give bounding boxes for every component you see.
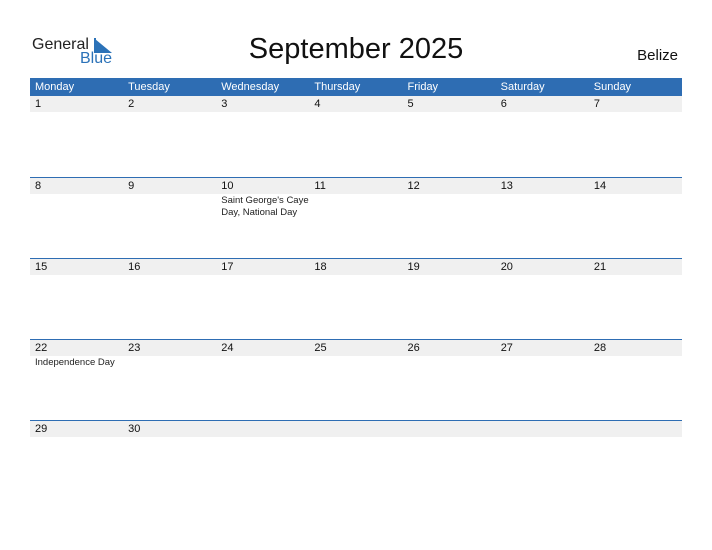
week-row: 8 9 10 Saint George's Caye Day, National Da…	[30, 177, 682, 258]
day-cell: 15	[30, 259, 123, 339]
day-cell: 28	[589, 340, 682, 420]
day-cell: 17	[216, 259, 309, 339]
day-number: 19	[407, 261, 420, 273]
day-cell: 7	[589, 96, 682, 177]
day-number: 5	[407, 98, 414, 110]
day-number: 9	[128, 180, 135, 192]
day-number: 24	[221, 342, 234, 354]
holiday-label: Independence Day	[35, 357, 115, 368]
day-cell: 23	[123, 340, 216, 420]
day-cell: 25	[309, 340, 402, 420]
calendar-grid: Monday Tuesday Wednesday Thursday Friday…	[30, 78, 682, 501]
day-number: 17	[221, 261, 234, 273]
day-number: 6	[500, 98, 507, 110]
weekday-label: Tuesday	[128, 81, 170, 93]
day-number: 14	[593, 180, 607, 192]
day-number: 18	[314, 261, 327, 273]
weekday-label: Sunday	[593, 81, 632, 93]
day-cell: 22 Independence Day	[30, 340, 123, 420]
day-cell: 12	[403, 178, 496, 258]
day-number: 11	[314, 180, 326, 192]
day-cell: 26	[403, 340, 496, 420]
weekday-label: Thursday	[314, 81, 361, 93]
day-cell: 9	[123, 178, 216, 258]
page-title: September 2025	[248, 33, 464, 65]
day-cell: 5	[403, 96, 496, 177]
day-cell: 20	[496, 259, 589, 339]
day-number: 23	[128, 342, 141, 354]
day-number: 25	[314, 342, 327, 354]
day-cell: 16	[123, 259, 216, 339]
day-number: 13	[500, 180, 513, 192]
weekday-label: Friday	[407, 81, 439, 93]
day-number: 22	[35, 342, 48, 354]
day-number: 27	[500, 342, 513, 354]
week-row: 15 16 17 18 19 20 21	[30, 258, 682, 339]
day-cell	[216, 421, 309, 501]
day-cell: 10 Saint George's Caye Day, National Day	[216, 178, 309, 258]
day-cell: 11	[309, 178, 402, 258]
week-row: 1 2 3 4 5 6 7	[30, 96, 682, 177]
day-number: 20	[500, 261, 513, 273]
day-number: 10	[221, 180, 234, 192]
weekday-header: Monday Tuesday Wednesday Thursday Friday…	[30, 78, 682, 96]
day-number: 12	[407, 180, 420, 192]
day-cell: 27	[496, 340, 589, 420]
holiday-label: Saint George's Caye Day, National Day	[221, 195, 309, 218]
day-number: 15	[35, 261, 48, 273]
day-cell: 30	[123, 421, 216, 501]
day-number: 26	[407, 342, 420, 354]
day-cell	[403, 421, 496, 501]
week-row: 22 Independence Day 23 24 25 26 27 28	[30, 339, 682, 420]
day-cell	[589, 421, 682, 501]
day-number: 21	[593, 261, 607, 273]
day-cell: 21	[589, 259, 682, 339]
day-number: 2	[128, 98, 135, 110]
day-number: 7	[593, 98, 600, 110]
day-cell: 2	[123, 96, 216, 177]
day-number: 29	[35, 423, 48, 435]
day-cell	[496, 421, 589, 501]
weekday-label: Wednesday	[221, 81, 280, 93]
day-cell: 8	[30, 178, 123, 258]
day-cell: 6	[496, 96, 589, 177]
day-number: 28	[593, 342, 607, 354]
day-number: 16	[128, 261, 141, 273]
week-row: 29 30	[30, 420, 682, 501]
day-cell: 29	[30, 421, 123, 501]
day-cell: 18	[309, 259, 402, 339]
day-number: 30	[128, 423, 141, 435]
day-number: 8	[35, 180, 42, 192]
country-label: Belize	[637, 47, 678, 64]
weekday-label: Monday	[35, 81, 75, 93]
day-cell: 24	[216, 340, 309, 420]
day-number: 1	[35, 98, 42, 110]
day-cell: 13	[496, 178, 589, 258]
day-number: 3	[221, 98, 228, 110]
day-cell: 1	[30, 96, 123, 177]
weekday-label: Saturday	[500, 81, 545, 93]
day-cell	[309, 421, 402, 501]
day-cell: 3	[216, 96, 309, 177]
day-cell: 14	[589, 178, 682, 258]
day-number: 4	[314, 98, 321, 110]
day-cell: 19	[403, 259, 496, 339]
day-cell: 4	[309, 96, 402, 177]
